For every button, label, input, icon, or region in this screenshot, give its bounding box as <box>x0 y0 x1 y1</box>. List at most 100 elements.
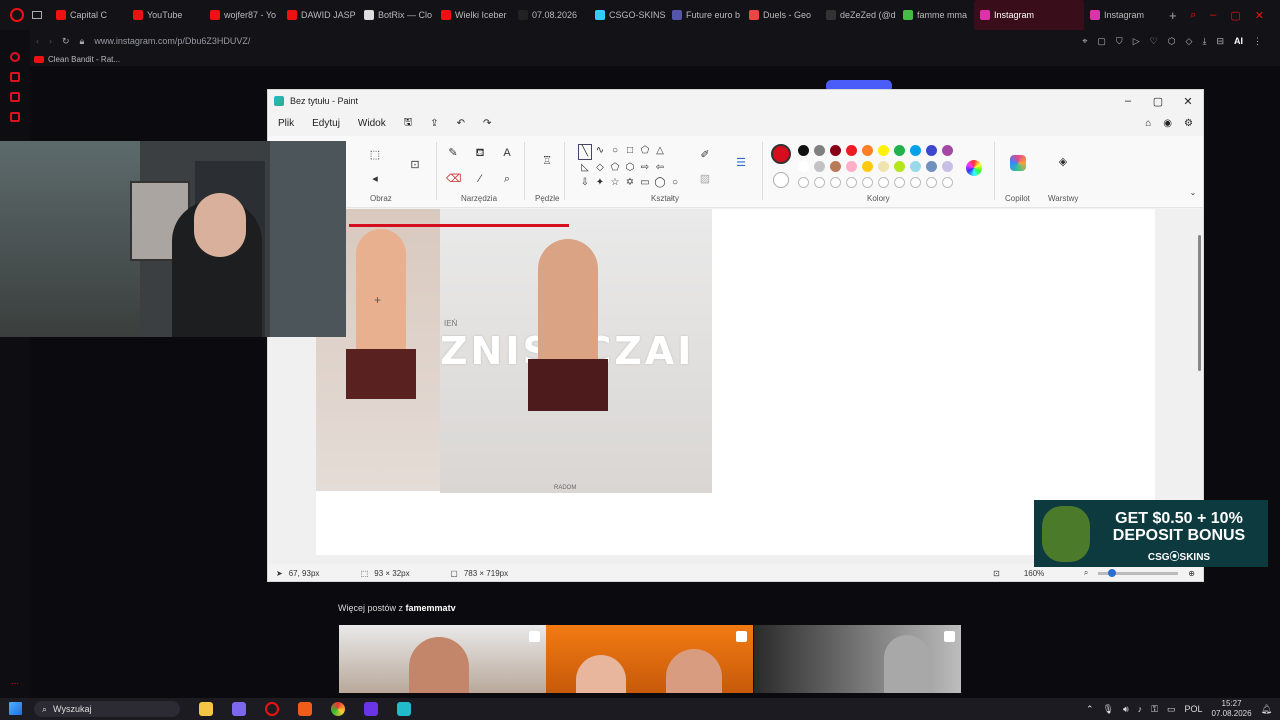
palette-swatch[interactable] <box>830 145 841 156</box>
microphone-icon[interactable]: 🎙︎ <box>1103 704 1114 715</box>
zoom-level[interactable]: 160% <box>1024 569 1064 578</box>
eraser-icon[interactable]: ⌫ <box>446 172 462 186</box>
taskbar-search[interactable]: ⌕ Wyszukaj <box>34 701 180 717</box>
menu-file[interactable]: Plik <box>278 118 294 129</box>
url-field[interactable]: www.instagram.com/p/Dbu6Z3HDUVZ/ <box>94 36 250 46</box>
shape-hexagon-icon[interactable]: ⬡ <box>623 161 637 175</box>
palette-swatch[interactable] <box>878 161 889 172</box>
browser-tab[interactable]: BotRix — Clo <box>358 0 435 30</box>
primary-color-swatch[interactable] <box>771 144 791 164</box>
browser-tab[interactable]: CSGO-SKINS <box>589 0 666 30</box>
shape-star5-icon[interactable]: ☆ <box>608 176 622 190</box>
palette-swatch[interactable] <box>878 145 889 156</box>
palette-swatch[interactable] <box>942 145 953 156</box>
shape-arrow-right-icon[interactable]: ⇨ <box>638 161 652 175</box>
download-icon[interactable]: ⤓ <box>1202 36 1206 47</box>
copilot-icon[interactable] <box>1010 155 1026 171</box>
browser-tab[interactable]: Duels - Geo <box>743 0 820 30</box>
shape-oval-callout-icon[interactable]: ◯ <box>653 176 667 190</box>
chrome-icon[interactable] <box>331 702 345 716</box>
palette-swatch[interactable] <box>862 145 873 156</box>
reload-icon[interactable]: ↻ <box>62 36 70 47</box>
shape-polygon-icon[interactable]: ⬠ <box>638 144 652 160</box>
forward-icon[interactable]: › <box>49 36 52 46</box>
advertisement-banner[interactable]: GET $0.50 + 10% DEPOSIT BONUS CSG⦿SKINS <box>1034 500 1268 567</box>
drawing-canvas[interactable]: ZNISZCZAI IEŃ RADOM + <box>316 209 1155 555</box>
pinboard-icon[interactable]: ⊟ <box>1216 36 1224 47</box>
vertical-scrollbar[interactable] <box>1198 235 1201 371</box>
tab-icon[interactable]: ▢ <box>1097 36 1106 47</box>
palette-swatch[interactable] <box>894 145 905 156</box>
start-button[interactable] <box>9 702 22 715</box>
menu-edit[interactable]: Edytuj <box>312 118 340 129</box>
custom-color-slot[interactable] <box>894 177 905 188</box>
shape-oval-icon[interactable]: ○ <box>608 144 622 160</box>
shape-callout-icon[interactable]: ▭ <box>638 176 652 190</box>
save-icon[interactable]: 🖫︎ <box>404 115 413 132</box>
language-indicator[interactable]: POL <box>1185 704 1203 714</box>
file-explorer-icon[interactable] <box>199 702 213 716</box>
palette-swatch[interactable] <box>926 161 937 172</box>
network-icon[interactable]: ⚿ <box>1151 704 1158 715</box>
color-picker-icon[interactable]: ⁄ <box>473 172 487 186</box>
heart-icon[interactable]: ♡ <box>1150 36 1158 47</box>
zoom-icon[interactable]: ⌕ <box>500 172 514 186</box>
palette-swatch[interactable] <box>814 161 825 172</box>
minimize-icon[interactable]: – <box>1210 9 1216 22</box>
feedback-icon[interactable]: ⌂ <box>1145 118 1151 129</box>
media-sidebar-icon[interactable] <box>10 112 20 122</box>
fit-to-window-icon[interactable]: ⊡ <box>993 569 1000 578</box>
custom-color-slot[interactable] <box>862 177 873 188</box>
palette-swatch[interactable] <box>926 145 937 156</box>
palette-swatch[interactable] <box>846 145 857 156</box>
redo-icon[interactable]: ↷ <box>483 118 491 129</box>
custom-color-slot[interactable] <box>910 177 921 188</box>
settings-icon[interactable]: ⚙ <box>1184 118 1193 129</box>
menu-icon[interactable]: ⋮ <box>1253 36 1262 47</box>
paint-minimize-button[interactable]: – <box>1113 90 1143 112</box>
brave-icon[interactable] <box>298 702 312 716</box>
snapshot-icon[interactable]: ⌖ <box>1082 36 1087 47</box>
shape-size-icon[interactable]: ☰ <box>734 156 748 170</box>
undo-icon[interactable]: ↶ <box>457 118 465 129</box>
close-icon[interactable]: ✕ <box>1255 9 1264 22</box>
text-icon[interactable]: A <box>500 146 514 160</box>
custom-color-slot[interactable] <box>942 177 953 188</box>
discord-icon[interactable] <box>232 702 246 716</box>
rotate-icon[interactable]: ◂ <box>368 172 382 186</box>
opera-gx-icon[interactable] <box>265 702 279 716</box>
aria-sidebar-icon[interactable] <box>10 72 20 82</box>
adblock-icon[interactable]: ⛉ <box>1116 36 1123 47</box>
fill-style-icon[interactable]: ▨ <box>698 172 712 186</box>
palette-swatch[interactable] <box>798 161 809 172</box>
clock[interactable]: 15:27 07.08.2026 <box>1212 699 1252 719</box>
more-posts-user-link[interactable]: famemmatv <box>406 603 456 613</box>
browser-tab[interactable]: DAWID JASP <box>281 0 358 30</box>
paint-maximize-button[interactable]: ▢ <box>1143 90 1173 112</box>
cube-icon[interactable]: ⬡ <box>1168 36 1176 47</box>
custom-color-slot[interactable] <box>830 177 841 188</box>
shape-star6-icon[interactable]: ✡ <box>623 176 637 190</box>
palette-swatch[interactable] <box>830 161 841 172</box>
browser-tab[interactable]: YouTube <box>127 0 204 30</box>
more-sidebar-icon[interactable]: ⋯ <box>11 679 19 688</box>
messenger-sidebar-icon[interactable] <box>10 92 20 102</box>
fill-icon[interactable]: ⛾ <box>473 146 487 160</box>
ribbon-collapse-icon[interactable]: ⌄ <box>1186 186 1200 200</box>
palette-swatch[interactable] <box>814 145 825 156</box>
obs-icon[interactable] <box>364 702 378 716</box>
palette-swatch[interactable] <box>910 145 921 156</box>
brush-icon[interactable]: ♖ <box>540 154 554 168</box>
shape-curve-icon[interactable]: ∿ <box>593 144 607 160</box>
palette-swatch[interactable] <box>910 161 921 172</box>
speaker-icon[interactable]: ♪ <box>1138 704 1143 714</box>
paint-close-button[interactable]: ✕ <box>1173 90 1203 112</box>
post-thumbnail[interactable] <box>339 625 546 693</box>
opera-logo-icon[interactable] <box>10 8 24 22</box>
palette-swatch[interactable] <box>894 161 905 172</box>
custom-color-slot[interactable] <box>878 177 889 188</box>
opera-sidebar-icon[interactable] <box>10 52 20 62</box>
palette-swatch[interactable] <box>798 145 809 156</box>
shape-cloud-callout-icon[interactable]: ○ <box>668 176 682 190</box>
palette-swatch[interactable] <box>942 161 953 172</box>
